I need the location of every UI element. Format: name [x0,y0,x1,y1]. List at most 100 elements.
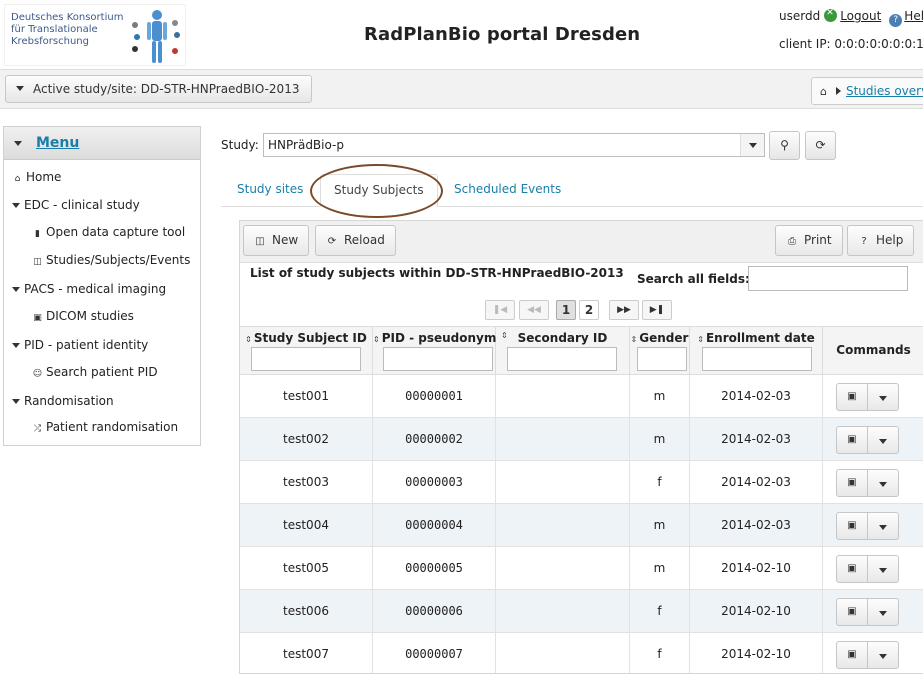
client-ip-value: 0:0:0:0:0:0:0:1 [834,37,923,51]
sort-icon[interactable]: ⇕ [697,335,704,344]
search-all-input[interactable] [748,266,908,291]
sort-icon[interactable]: ⇕ [501,331,508,340]
commands-dropdown-button[interactable] [868,383,899,411]
sort-icon[interactable]: ⇕ [373,335,380,344]
caret-down-icon [16,86,24,91]
table-row[interactable]: test004 00000004 m 2014-02-03 ▣ [240,504,923,547]
menu-item-label: Randomisation [24,394,114,408]
help-icon[interactable]: ? [889,14,903,27]
breadcrumb-studies-overview[interactable]: Studies overview [846,84,923,98]
prev-page-button[interactable]: ◀◀ [519,300,549,320]
menu-item-pid[interactable]: PID - patient identity [12,338,148,352]
cell-study-subject-id: test004 [240,504,373,547]
refresh-study-button[interactable]: ⟳ [805,131,836,160]
table-row[interactable]: test005 00000005 m 2014-02-10 ▣ [240,547,923,590]
active-study-button[interactable]: Active study/site: DD-STR-HNPraedBIO-201… [5,75,313,103]
menu-item-open-data-capture[interactable]: ▮ Open data capture tool [32,225,185,239]
table-row[interactable]: test007 00000007 f 2014-02-10 ▣ [240,633,923,673]
table-row[interactable]: test001 00000001 m 2014-02-03 ▣ [240,375,923,418]
view-subject-button[interactable]: ▣ [836,598,868,626]
search-all-label: Search all fields: [637,272,750,286]
table-header: ⇕ Study Subject ID ⇕ PID - pseudonym ⇕ Seco… [240,326,923,375]
tab-study-sites[interactable]: Study sites [237,174,303,207]
menu-title[interactable]: Menu [36,135,79,151]
help-link[interactable]: Help [904,9,923,23]
sort-icon[interactable]: ⇕ [245,335,252,344]
commands-dropdown-button[interactable] [868,598,899,626]
view-icon: ▣ [847,477,857,488]
cell-pid-pseudonym: 00000004 [373,504,496,547]
next-page-button[interactable]: ▶▶ [609,300,639,320]
menu-item-label: Search patient PID [46,365,158,379]
study-select[interactable]: HNPrädBio-p [263,133,765,157]
view-subject-button[interactable]: ▣ [836,383,868,411]
menu-item-dicom-studies[interactable]: ▣ DICOM studies [32,309,134,323]
menu-item-randomisation[interactable]: Randomisation [12,394,114,408]
filter-gender[interactable] [637,347,687,371]
cell-secondary-id [496,633,630,673]
caret-down-icon [14,141,22,146]
column-pid-pseudonym[interactable]: ⇕ PID - pseudonym [373,327,496,375]
caret-down-icon [12,399,20,404]
commands-dropdown-button[interactable] [868,555,899,583]
menu-item-studies-subjects-events[interactable]: ◫ Studies/Subjects/Events [32,253,190,267]
menu-item-patient-randomisation[interactable]: ⤮ Patient randomisation [32,420,178,434]
cell-pid-pseudonym: 00000003 [373,461,496,504]
view-subject-button[interactable]: ▣ [836,555,868,583]
view-icon: ▣ [847,520,857,531]
document-icon: ◫ [33,257,42,267]
logout-icon[interactable] [824,8,838,22]
view-subject-button[interactable]: ▣ [836,512,868,540]
chevron-right-icon [835,87,841,95]
column-secondary-id[interactable]: ⇕ Secondary ID [496,327,630,375]
filter-pid-pseudonym[interactable] [383,347,493,371]
dktk-logo[interactable]: Deutsches Konsortium für Translationale … [4,4,186,66]
column-study-subject-id[interactable]: ⇕ Study Subject ID [240,327,373,375]
cell-pid-pseudonym: 00000002 [373,418,496,461]
search-study-button[interactable]: ⚲ [769,131,800,160]
table-row[interactable]: test003 00000003 f 2014-02-03 ▣ [240,461,923,504]
paginator: ❚◀ ◀◀ 1 2 ▶▶ ▶❚ [240,297,923,323]
tab-study-subjects[interactable]: Study Subjects [320,174,438,207]
last-page-button[interactable]: ▶❚ [642,300,672,320]
column-label: Gender [639,331,689,345]
page-button[interactable]: 2 [579,300,599,320]
column-gender[interactable]: ⇕ Gender [630,327,690,375]
menu-item-pacs[interactable]: PACS - medical imaging [12,282,166,296]
chevron-down-icon[interactable] [740,134,764,156]
table-row[interactable]: test006 00000006 f 2014-02-10 ▣ [240,590,923,633]
cell-secondary-id [496,547,630,590]
home-icon: ⌂ [14,174,21,184]
commands-dropdown-button[interactable] [868,469,899,497]
column-enrollment-date[interactable]: ⇕ Enrollment date [690,327,823,375]
cell-pid-pseudonym: 00000005 [373,547,496,590]
menu-header[interactable]: Menu [4,127,200,160]
sort-icon[interactable]: ⇕ [631,335,638,344]
new-button[interactable]: ◫ New [243,225,310,256]
commands-dropdown-button[interactable] [868,512,899,540]
menu-item-search-patient-pid[interactable]: ☺ Search patient PID [32,365,158,379]
view-subject-button[interactable]: ▣ [836,469,868,497]
column-label: Secondary ID [517,331,608,345]
menu-item-home[interactable]: ⌂ Home [12,170,62,184]
page-button[interactable]: 1 [556,300,576,320]
logout-link[interactable]: Logout [840,9,881,23]
shuffle-icon: ⤮ [33,424,42,434]
menu-item-edc[interactable]: EDC - clinical study [12,198,140,212]
view-subject-button[interactable]: ▣ [836,641,868,669]
commands-dropdown-button[interactable] [868,641,899,669]
filter-study-subject-id[interactable] [251,347,361,371]
home-icon[interactable]: ⌂ [820,79,827,104]
tab-scheduled-events[interactable]: Scheduled Events [454,174,561,207]
first-page-button[interactable]: ❚◀ [485,300,515,320]
filter-secondary-id[interactable] [507,347,617,371]
reload-button[interactable]: ⟳ Reload [315,225,396,256]
filter-enrollment-date[interactable] [702,347,812,371]
help-button[interactable]: ? Help [847,225,915,256]
commands-dropdown-button[interactable] [868,426,899,454]
menu-item-label: DICOM studies [46,309,134,323]
view-subject-button[interactable]: ▣ [836,426,868,454]
print-button[interactable]: ⎙ Print [775,225,843,256]
cell-gender: f [630,461,690,504]
table-row[interactable]: test002 00000002 m 2014-02-03 ▣ [240,418,923,461]
